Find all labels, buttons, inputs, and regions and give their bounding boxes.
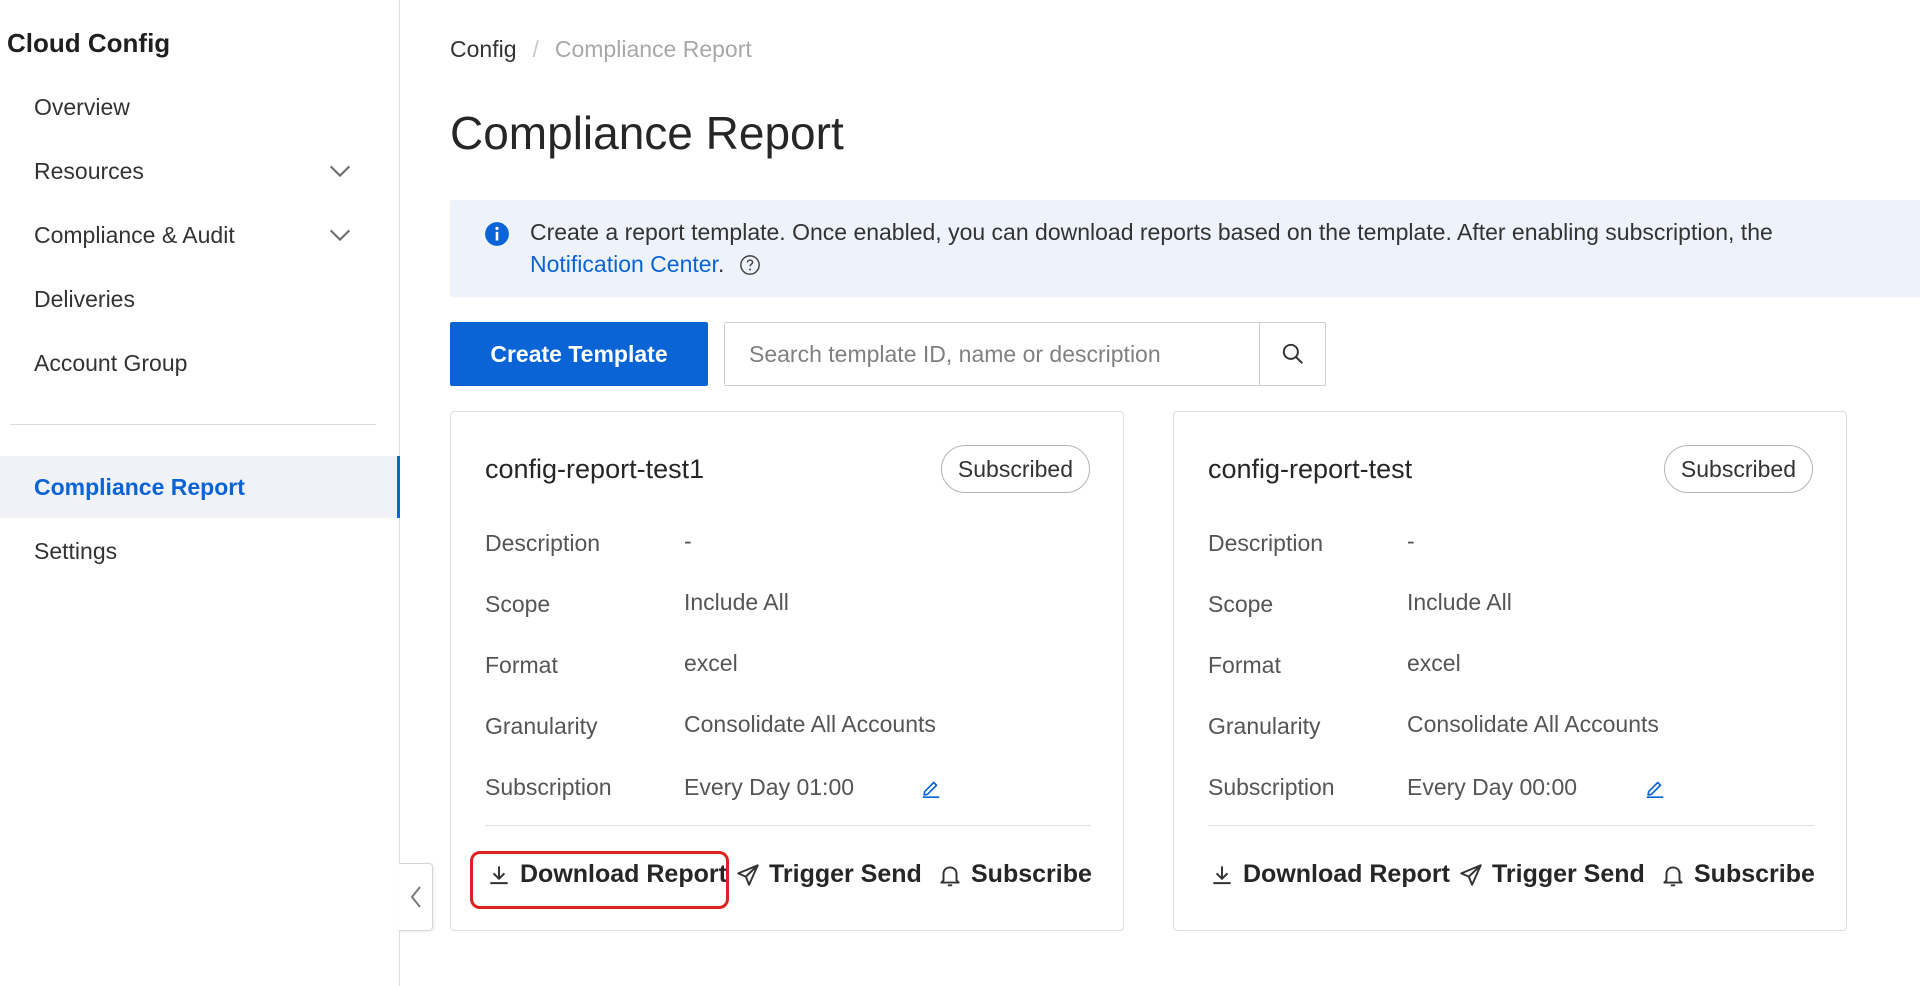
sidebar-item-label: Overview — [34, 93, 130, 120]
field-label-subscription: Subscription — [485, 774, 612, 800]
sidebar-item-settings[interactable]: Settings — [0, 520, 400, 582]
field-label-format: Format — [485, 652, 558, 678]
breadcrumb-config[interactable]: Config — [450, 36, 516, 63]
search-button[interactable] — [1259, 323, 1325, 385]
trigger-send-button[interactable]: Trigger Send — [1458, 860, 1645, 889]
download-report-label: Download Report — [1243, 860, 1450, 888]
report-card: config-report-test Subscribed Descriptio… — [1173, 411, 1847, 931]
subscribe-button[interactable]: Subscribe — [1660, 860, 1815, 889]
download-report-button[interactable]: Download Report — [486, 860, 727, 889]
card-title[interactable]: config-report-test — [1208, 454, 1412, 485]
banner-text-block: Create a report template. Once enabled, … — [530, 216, 1920, 280]
sidebar-divider — [10, 424, 376, 425]
field-value-granularity: Consolidate All Accounts — [684, 711, 936, 737]
subscribe-button[interactable]: Subscribe — [937, 860, 1092, 889]
card-divider — [485, 825, 1091, 826]
sidebar-item-resources[interactable]: Resources — [0, 140, 400, 202]
search-input[interactable] — [725, 323, 1259, 385]
field-label-description: Description — [485, 530, 601, 556]
send-icon — [737, 863, 759, 886]
download-icon — [490, 865, 508, 884]
field-label-scope: Scope — [1208, 591, 1274, 617]
sidebar-item-label: Deliveries — [34, 285, 135, 312]
breadcrumb-current: Compliance Report — [554, 36, 752, 62]
field-value-description: - — [1407, 528, 1415, 554]
field-label-granularity: Granularity — [1208, 713, 1321, 739]
app-root: Cloud Config Overview Resources Complian… — [0, 0, 1920, 986]
sidebar-item-label: Settings — [34, 537, 118, 564]
page-title: Compliance Report — [450, 107, 844, 159]
sidebar-item-compliance-audit[interactable]: Compliance & Audit — [0, 204, 400, 266]
sidebar-item-label: Compliance Report — [34, 473, 245, 500]
sidebar: Cloud Config Overview Resources Complian… — [0, 0, 400, 986]
field-value-granularity: Consolidate All Accounts — [1407, 711, 1659, 737]
subscribe-label: Subscribe — [971, 860, 1092, 888]
trigger-send-label: Trigger Send — [769, 860, 922, 888]
create-template-button[interactable]: Create Template — [450, 322, 708, 386]
search-icon — [1282, 343, 1303, 364]
field-value-scope: Include All — [684, 589, 789, 615]
field-value-format: excel — [1407, 650, 1461, 676]
help-icon[interactable] — [739, 254, 761, 276]
card-title[interactable]: config-report-test1 — [485, 454, 704, 485]
report-card: config-report-test1 Subscribed Descripti… — [450, 411, 1124, 931]
trigger-send-button[interactable]: Trigger Send — [735, 860, 922, 889]
edit-icon[interactable] — [1644, 777, 1666, 799]
bell-icon — [940, 865, 960, 886]
sidebar-item-label: Resources — [34, 157, 144, 184]
field-label-description: Description — [1208, 530, 1324, 556]
sidebar-item-account-group[interactable]: Account Group — [0, 332, 400, 394]
chevron-down-icon — [329, 165, 351, 178]
edit-icon[interactable] — [920, 777, 942, 799]
field-value-scope: Include All — [1407, 589, 1512, 615]
status-badge: Subscribed — [940, 445, 1090, 493]
field-value-description: - — [684, 528, 692, 554]
info-banner: Create a report template. Once enabled, … — [450, 200, 1920, 297]
breadcrumb-separator: / — [532, 36, 539, 62]
field-value-subscription: Every Day 01:00 — [684, 774, 855, 800]
breadcrumb: Config / Compliance Report — [450, 36, 752, 63]
field-label-granularity: Granularity — [485, 713, 598, 739]
sidebar-item-label: Compliance & Audit — [34, 221, 235, 248]
sidebar-item-label: Account Group — [34, 349, 188, 376]
chevron-down-icon — [329, 229, 351, 242]
download-report-button[interactable]: Download Report — [1209, 860, 1450, 889]
sidebar-item-compliance-report[interactable]: Compliance Report — [0, 456, 400, 518]
field-value-format: excel — [684, 650, 738, 676]
subscribe-label: Subscribe — [1694, 860, 1815, 888]
info-icon — [485, 222, 509, 246]
banner-text-period: . — [717, 251, 725, 277]
field-label-subscription: Subscription — [1208, 774, 1335, 800]
status-badge: Subscribed — [1663, 445, 1813, 493]
search-box — [724, 322, 1326, 386]
banner-text: Create a report template. Once enabled, … — [530, 219, 1773, 245]
app-title: Cloud Config — [7, 28, 171, 58]
main-content: Config / Compliance Report Compliance Re… — [400, 0, 1920, 986]
download-report-label: Download Report — [520, 860, 727, 888]
bell-icon — [1663, 865, 1683, 886]
send-icon — [1460, 863, 1482, 886]
download-icon — [1213, 865, 1231, 884]
trigger-send-label: Trigger Send — [1492, 860, 1645, 888]
card-divider — [1208, 825, 1814, 826]
field-label-scope: Scope — [485, 591, 551, 617]
field-label-format: Format — [1208, 652, 1281, 678]
notification-center-link[interactable]: Notification Center — [530, 251, 718, 277]
sidebar-item-overview[interactable]: Overview — [0, 76, 400, 138]
field-value-subscription: Every Day 00:00 — [1407, 774, 1578, 800]
sidebar-item-deliveries[interactable]: Deliveries — [0, 268, 400, 330]
